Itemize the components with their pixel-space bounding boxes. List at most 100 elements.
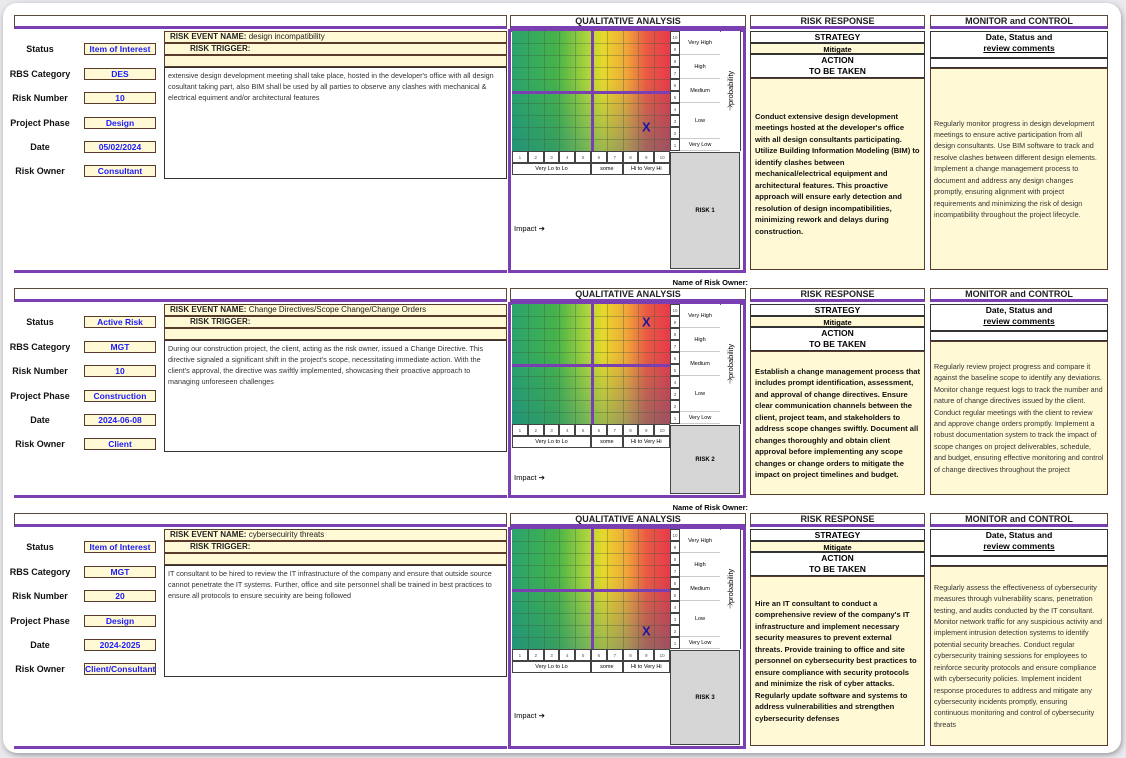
impact-tick: 5 [575,151,591,163]
risk-trigger-row[interactable]: RISK TRIGGER: [164,316,507,328]
probability-tick: 2 [670,400,680,412]
blank-row[interactable] [164,55,507,67]
impact-tick: 9 [638,424,655,436]
impact-tick: 8 [622,649,639,661]
impact-level: some [591,661,623,673]
probability-tick: 7 [670,340,680,352]
rr-header: RISK RESPONSE [750,288,925,302]
risk-description[interactable]: During our construction project, the cli… [164,340,507,452]
risk-description[interactable]: extensive design development meeting sha… [164,67,507,179]
up-arrow-icon: 🡡 [727,601,734,611]
impact-tick: 1 [512,424,528,436]
owner-field[interactable]: Client/Consultant [84,663,156,675]
impact-tick: 3 [543,151,560,163]
risk-trigger-row[interactable]: RISK TRIGGER: [164,541,507,553]
probability-tick: 5 [670,91,680,103]
risk-number-field[interactable]: 10 [84,365,156,377]
probability-tick: 1 [670,139,680,151]
risk-description[interactable]: IT consultant to be hired to review the … [164,565,507,677]
risk-event-row[interactable]: RISK EVENT NAME: design incompatibility [164,31,507,43]
blank-header-bar [14,288,507,302]
mc-header: MONITOR and CONTROL [930,15,1108,29]
status-field[interactable]: Active Risk [84,316,156,328]
monitor-text-content: Regularly review project progress and co… [934,361,1104,474]
qa-header: QUALITATIVE ANALYSIS [510,513,746,527]
risk-trigger-label: RISK TRIGGER: [190,542,251,551]
rbs-field[interactable]: MGT [84,341,156,353]
probability-level: Very Low [680,139,720,151]
action-label: ACTION TO BE TAKEN [750,54,925,78]
risk-trigger-row[interactable]: RISK TRIGGER: [164,43,507,55]
qa-header: QUALITATIVE ANALYSIS [510,288,746,302]
blank-row[interactable] [164,328,507,340]
qa-header: QUALITATIVE ANALYSIS [510,15,746,29]
action-label-line2: TO BE TAKEN [809,564,866,574]
probability-level: Very High [680,304,720,328]
impact-tick: 9 [638,151,655,163]
action-text[interactable]: Conduct extensive design development mee… [750,78,925,270]
risk-label-box: RISK 2 [670,425,740,494]
phase-label: Project Phase [10,391,70,401]
date-label: Date [30,640,50,650]
quadrant-divider [512,589,670,592]
probability-label: probability [726,569,735,604]
monitor-text[interactable]: Regularly monitor progress in design dev… [930,68,1108,270]
monitor-text[interactable]: Regularly assess the effectiveness of cy… [930,566,1108,746]
up-arrow-icon: 🡡 [727,376,734,386]
risk-trigger-label: RISK TRIGGER: [190,317,251,326]
impact-tick: 2 [527,649,544,661]
probability-tick: 1 [670,637,680,649]
strategy-value[interactable]: Mitigate [750,541,925,552]
impact-tick: 4 [559,151,576,163]
status-field[interactable]: Item of Interest [84,541,156,553]
date-field[interactable]: 05/02/2024 [84,141,156,153]
phase-field[interactable]: Construction [84,390,156,402]
probability-tick: 3 [670,613,680,625]
phase-field[interactable]: Design [84,615,156,627]
strategy-label: STRATEGY [750,529,925,541]
owner-field[interactable]: Consultant [84,165,156,177]
date-field[interactable]: 2024-06-08 [84,414,156,426]
risk-number-field[interactable]: 10 [84,92,156,104]
action-text[interactable]: Establish a change management process th… [750,351,925,495]
action-text[interactable]: Hire an IT consultant to conduct a compr… [750,576,925,746]
name-of-risk-owner-label: Name of Risk Owner: [672,503,748,512]
blank-row[interactable] [164,553,507,565]
probability-label: probability [726,344,735,379]
risk-event-name: Change Directives/Scope Change/Change Or… [248,305,427,314]
up-arrow-icon: 🡡 [727,103,734,113]
strategy-label: STRATEGY [750,304,925,316]
date-status-blank[interactable] [930,331,1108,341]
phase-field[interactable]: Design [84,117,156,129]
risk-event-row[interactable]: RISK EVENT NAME: Change Directives/Scope… [164,304,507,316]
impact-tick: 2 [527,151,544,163]
mc-header: MONITOR and CONTROL [930,513,1108,527]
risk-position-marker: X [641,623,651,639]
monitor-text[interactable]: Regularly review project progress and co… [930,341,1108,495]
date-field[interactable]: 2024-2025 [84,639,156,651]
probability-tick: 9 [670,316,680,328]
probability-tick: 9 [670,43,680,55]
rbs-field[interactable]: DES [84,68,156,80]
risk-panel: QUALITATIVE ANALYSIS RISK RESPONSE MONIT… [0,15,1126,287]
owner-field[interactable]: Client [84,438,156,450]
impact-tick: 7 [606,649,623,661]
date-status-blank[interactable] [930,556,1108,566]
impact-tick: 8 [622,151,639,163]
monitor-text-content: Regularly monitor progress in design dev… [934,118,1097,219]
impact-tick: 9 [638,649,655,661]
impact-tick: 6 [591,151,607,163]
probability-tick: 5 [670,589,680,601]
rbs-label: RBS Category [9,69,71,79]
strategy-value[interactable]: Mitigate [750,43,925,54]
probability-level: Medium [680,79,720,103]
risk-event-row[interactable]: RISK EVENT NAME: cybersecuirity threats [164,529,507,541]
risk-number-field[interactable]: 20 [84,590,156,602]
strategy-value[interactable]: Mitigate [750,316,925,327]
status-field[interactable]: Item of Interest [84,43,156,55]
date-status-blank[interactable] [930,58,1108,68]
risk-number-label: Risk Number [12,366,68,376]
risk-trigger-label: RISK TRIGGER: [190,44,251,53]
rr-header: RISK RESPONSE [750,513,925,527]
rbs-field[interactable]: MGT [84,566,156,578]
